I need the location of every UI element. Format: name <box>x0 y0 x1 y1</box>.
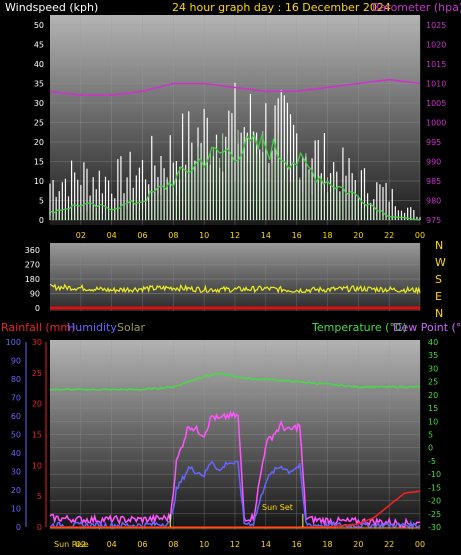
temp-x-tick-label: 12 <box>230 540 240 549</box>
wind-x-tick-label: 22 <box>384 231 394 240</box>
temp-y-tick-label: -30 <box>428 523 441 532</box>
wind-y-tick-label: 20 <box>34 138 44 147</box>
wind-y-tick-label: 0 <box>39 216 44 225</box>
temp-y-tick-label: 10 <box>428 417 438 426</box>
humidity-axis-title: Humidity <box>67 321 117 334</box>
wind-x-tick-label: 20 <box>353 231 363 240</box>
wind-y-tick-label: 25 <box>34 119 44 128</box>
temp-x-tick-label: 20 <box>353 540 363 549</box>
wind-y-tick-label: 45 <box>34 41 44 50</box>
temp-y-tick-label: 40 <box>428 338 438 347</box>
temp-y-tick-label: -20 <box>428 497 441 506</box>
dewpoint-axis-title: Dew Point (°C) <box>393 321 461 334</box>
wind-x-tick-label: 14 <box>261 231 271 240</box>
temp-y-tick-label: 25 <box>428 378 438 387</box>
temp-y-tick-label: -25 <box>428 510 441 519</box>
humidity-y-tick-label: 30 <box>11 468 21 477</box>
humidity-y-tick-label: 10 <box>11 505 21 514</box>
barometer-y-tick-label: 1010 <box>426 80 446 89</box>
sunrise-label: Sun Rise <box>54 540 89 549</box>
humidity-y-tick-label: 0 <box>16 523 21 532</box>
wind-y-tick-label: 50 <box>34 21 44 30</box>
humidity-y-tick-label: 80 <box>11 375 21 384</box>
wind-y-tick-label: 5 <box>39 197 44 206</box>
humidity-y-tick-label: 40 <box>11 449 21 458</box>
barometer-y-tick-label: 980 <box>426 197 441 206</box>
wind-x-tick-label: 16 <box>292 231 302 240</box>
temp-y-tick-label: -15 <box>428 483 441 492</box>
chart-title: 24 hour graph day : 16 December 2024 <box>172 1 391 14</box>
compass-n-top: N <box>435 239 443 252</box>
humidity-y-tick-label: 60 <box>11 412 21 421</box>
temp-x-tick-label: 22 <box>384 540 394 549</box>
barometer-y-tick-label: 1000 <box>426 119 446 128</box>
direction-y-tick-label: 0 <box>35 304 40 313</box>
temp-y-tick-label: 30 <box>428 364 438 373</box>
temp-x-tick-label: 18 <box>322 540 332 549</box>
direction-y-tick-label: 270 <box>25 261 40 270</box>
weather-graphs: 0510152025303540455097598098599099510001… <box>1 1 461 549</box>
direction-y-tick-label: 180 <box>25 275 40 284</box>
temp-y-tick-label: 20 <box>428 391 438 400</box>
temp-x-tick-label: 14 <box>261 540 271 549</box>
rain-y-tick-label: 0 <box>37 523 42 532</box>
temp-y-tick-label: -10 <box>428 470 441 479</box>
direction-y-tick-label: 360 <box>25 246 40 255</box>
wind-y-tick-label: 40 <box>34 60 44 69</box>
rain-y-tick-label: 15 <box>32 431 42 440</box>
wind-x-tick-label: 08 <box>168 231 178 240</box>
barometer-y-tick-label: 1005 <box>426 99 446 108</box>
rainfall-axis-title: Rainfall (mm) <box>1 321 75 334</box>
wind-y-tick-label: 35 <box>34 80 44 89</box>
temp-y-tick-label: 0 <box>428 444 433 453</box>
wind-y-tick-label: 30 <box>34 99 44 108</box>
barometer-y-tick-label: 1020 <box>426 41 446 50</box>
wind-x-tick-label: 12 <box>230 231 240 240</box>
wind-axis-title: Windspeed (kph) <box>5 1 98 14</box>
temp-x-tick-label: 10 <box>199 540 209 549</box>
temp-x-tick-label: 08 <box>168 540 178 549</box>
wind-x-tick-label: 06 <box>137 231 147 240</box>
direction-y-tick-label: 90 <box>30 290 40 299</box>
temp-x-tick-label: 00 <box>415 540 425 549</box>
humidity-y-tick-label: 50 <box>11 431 21 440</box>
rain-y-tick-label: 20 <box>32 400 42 409</box>
temp-y-tick-label: 35 <box>428 351 438 360</box>
temp-x-tick-label: 06 <box>137 540 147 549</box>
wind-x-tick-label: 18 <box>322 231 332 240</box>
rain-y-tick-label: 25 <box>32 369 42 378</box>
humidity-y-tick-label: 20 <box>11 486 21 495</box>
humidity-y-tick-label: 100 <box>6 338 21 347</box>
sunset-label: Sun Set <box>262 503 293 512</box>
wind-y-tick-label: 10 <box>34 177 44 186</box>
barometer-axis-title: Barometer (hpa) <box>372 1 461 14</box>
temp-x-tick-label: 16 <box>292 540 302 549</box>
rain-y-tick-label: 30 <box>32 338 42 347</box>
compass-w: W <box>435 256 446 269</box>
wind-x-tick-label: 02 <box>76 231 86 240</box>
wind-x-tick-label: 10 <box>199 231 209 240</box>
compass-n-bottom: N <box>435 307 443 320</box>
temp-y-tick-label: 15 <box>428 404 438 413</box>
barometer-y-tick-label: 1015 <box>426 60 446 69</box>
temp-x-tick-label: 04 <box>107 540 117 549</box>
temp-y-tick-label: -5 <box>428 457 436 466</box>
barometer-y-tick-label: 990 <box>426 158 441 167</box>
temp-y-tick-label: 5 <box>428 431 433 440</box>
rain-y-tick-label: 5 <box>37 492 42 501</box>
solar-axis-title: Solar <box>117 321 146 334</box>
wind-x-tick-label: 00 <box>415 231 425 240</box>
rain-y-tick-label: 10 <box>32 461 42 470</box>
barometer-y-tick-label: 1025 <box>426 21 446 30</box>
barometer-y-tick-label: 995 <box>426 138 441 147</box>
humidity-y-tick-label: 90 <box>11 357 21 366</box>
compass-e: E <box>435 290 442 303</box>
weather-graph-panel: 0 5 10 15 20 25 30 35 40 45 50 975 980 985 990 995 1000 1… <box>0 0 461 555</box>
compass-s: S <box>435 273 442 286</box>
wind-x-tick-label: 04 <box>107 231 117 240</box>
barometer-y-tick-label: 975 <box>426 216 441 225</box>
wind-y-tick-label: 15 <box>34 158 44 167</box>
humidity-y-tick-label: 70 <box>11 394 21 403</box>
barometer-y-tick-label: 985 <box>426 177 441 186</box>
